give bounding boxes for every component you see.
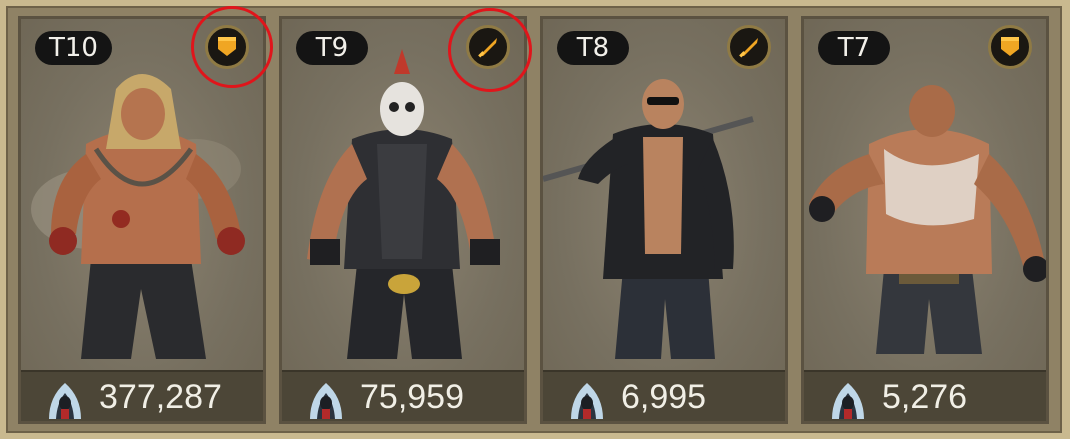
troop-count-bar: 5,276: [804, 370, 1046, 421]
tier-badge: T7: [818, 31, 890, 65]
highlight-circle: [448, 8, 532, 92]
troop-count-bar: 75,959: [282, 370, 524, 421]
tier-badge: T10: [35, 31, 112, 65]
troop-count-bar: 377,287: [21, 370, 263, 421]
tier-badge: T9: [296, 31, 368, 65]
shield-icon[interactable]: [988, 25, 1032, 69]
tier-badge: T8: [557, 31, 629, 65]
assassin-avatar-icon: [571, 383, 603, 419]
troop-count: 6,995: [621, 377, 707, 416]
troop-card-t7[interactable]: T7 5,276: [801, 16, 1049, 424]
assassin-avatar-icon: [310, 383, 342, 419]
troop-count: 5,276: [882, 377, 968, 416]
assassin-avatar-icon: [832, 383, 864, 419]
knife-icon[interactable]: [727, 25, 771, 69]
troop-portrait: [804, 19, 1046, 375]
troop-count: 75,959: [360, 377, 464, 416]
troop-count-bar: 6,995: [543, 370, 785, 421]
troop-portrait: [543, 19, 785, 375]
troop-card-t8[interactable]: T8 6,995: [540, 16, 788, 424]
highlight-circle: [191, 6, 273, 88]
assassin-avatar-icon: [49, 383, 81, 419]
troop-count: 377,287: [99, 377, 222, 416]
